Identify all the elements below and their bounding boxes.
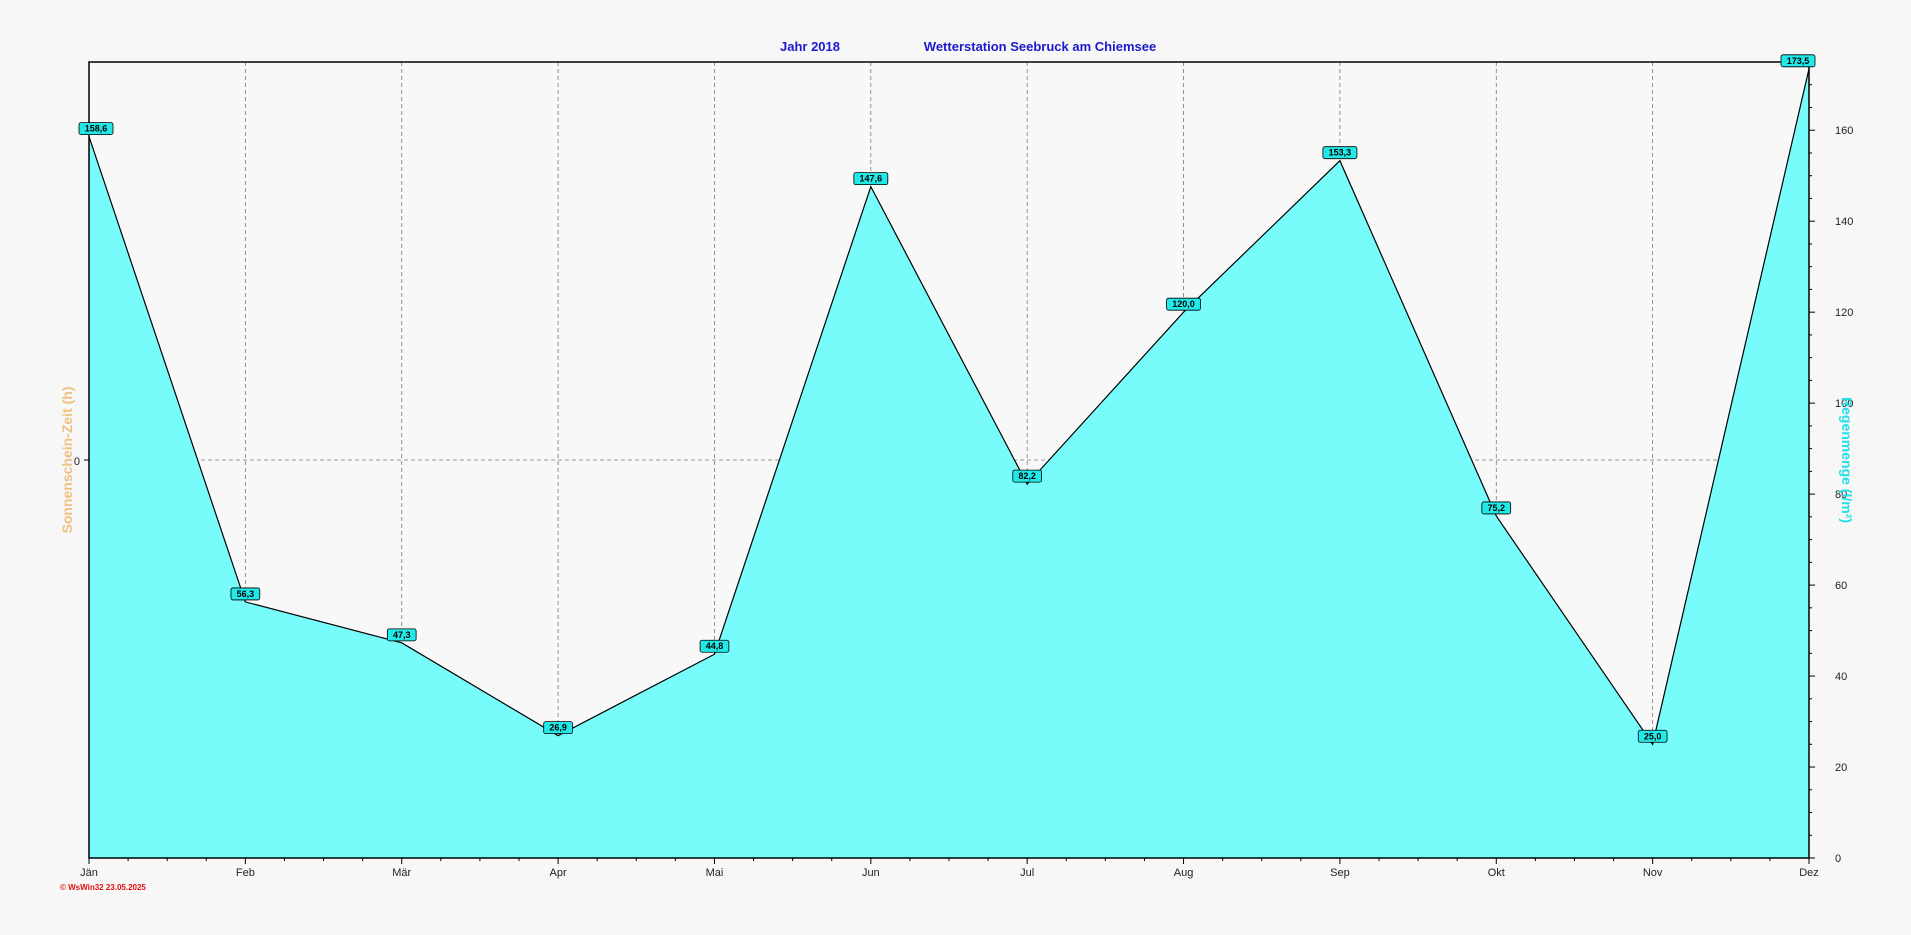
x-tick-label: Jun <box>862 867 880 879</box>
data-label: 158,6 <box>78 122 114 135</box>
data-label-text: 47,3 <box>393 630 411 640</box>
data-label: 25,0 <box>1637 729 1668 743</box>
data-label: 26,9 <box>543 721 573 735</box>
y-tick-label: 140 <box>1835 216 1853 228</box>
x-tick-label: Mai <box>706 867 724 879</box>
rain-chart: Jän Feb Mär Apr Mai Jun Jul Aug Sep Okt Nov Dez 0 20… <box>59 39 1855 892</box>
x-tick-label: Mär <box>392 867 411 879</box>
data-label: 82,2 <box>1012 469 1042 483</box>
data-label-text: 147,6 <box>860 174 883 184</box>
data-label-text: 56,3 <box>237 589 255 599</box>
data-label-text: 82,2 <box>1018 471 1036 481</box>
y-tick-label: 60 <box>1835 580 1847 592</box>
data-label-text: 75,2 <box>1488 503 1506 513</box>
data-label-text: 120,0 <box>1172 299 1195 309</box>
footer-credit: © WsWin32 23.05.2025 <box>60 883 146 892</box>
data-label: 120,0 <box>1166 297 1201 311</box>
data-label: 44,8 <box>699 639 730 653</box>
chart-container: Jän Feb Mär Apr Mai Jun Jul Aug Sep Okt Nov Dez 0 20… <box>0 0 1911 930</box>
x-tick-label: Jän <box>80 867 98 879</box>
x-tick-label: Feb <box>236 867 255 879</box>
y-tick-label: 20 <box>1835 762 1847 774</box>
x-tick-label: Okt <box>1488 867 1505 879</box>
x-tick-label: Aug <box>1174 867 1194 879</box>
x-tick-label: Dez <box>1799 867 1819 879</box>
x-tick-label: Sep <box>1330 867 1350 879</box>
x-tick-label: Jul <box>1020 867 1034 879</box>
data-label-text: 25,0 <box>1644 731 1662 741</box>
data-label-text: 44,8 <box>706 641 724 651</box>
data-label-text: 158,6 <box>85 124 108 134</box>
data-label-text: 173,5 <box>1787 56 1810 66</box>
x-tick-label: Apr <box>550 867 567 879</box>
right-axis-title: Regenmenge (l/m²) <box>1839 397 1855 523</box>
y-tick-label: 160 <box>1835 125 1853 137</box>
x-tick-labels: Jän Feb Mär Apr Mai Jun Jul Aug Sep Okt Nov Dez <box>80 867 1819 879</box>
y-tick-label: 120 <box>1835 307 1853 319</box>
left-axis-zero-label: 0 <box>74 456 80 468</box>
data-label: 47,3 <box>386 628 417 642</box>
left-axis-title: Sonnenschein-Zeit (h) <box>59 387 75 534</box>
y-tick-label: 0 <box>1835 853 1841 865</box>
data-label: 56,3 <box>230 587 261 601</box>
data-label: 173,5 <box>1780 54 1816 68</box>
chart-title-year: Jahr 2018 <box>780 39 840 54</box>
data-label: 75,2 <box>1481 501 1512 515</box>
data-label: 147,6 <box>853 172 889 186</box>
data-label-text: 26,9 <box>549 723 567 733</box>
chart-title-station: Wetterstation Seebruck am Chiemsee <box>924 39 1156 54</box>
data-label: 153,3 <box>1322 146 1358 160</box>
x-tick-label: Nov <box>1643 867 1663 879</box>
y-tick-label: 40 <box>1835 671 1847 683</box>
data-label-text: 153,3 <box>1329 148 1352 158</box>
